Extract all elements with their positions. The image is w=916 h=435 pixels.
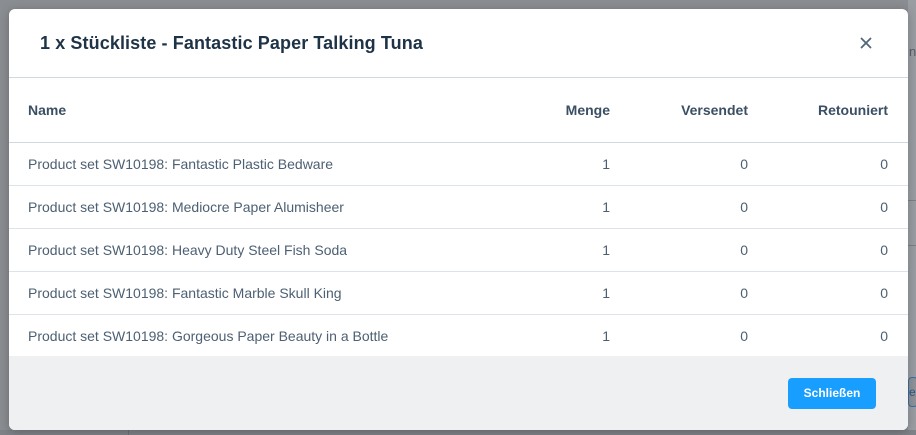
cell-menge: 1 — [479, 271, 610, 315]
table-row: Product set SW10198: Fantastic Marble Sk… — [9, 271, 908, 315]
cell-name: Product set SW10198: Heavy Duty Steel Fi… — [9, 228, 479, 272]
cell-retouniert: 0 — [748, 228, 908, 272]
table-row: Product set SW10198: Gorgeous Paper Beau… — [9, 314, 908, 356]
table-row: Product set SW10198: Fantastic Plastic B… — [9, 142, 908, 186]
cell-name: Product set SW10198: Fantastic Marble Sk… — [9, 271, 479, 315]
cell-menge: 1 — [479, 228, 610, 272]
bundle-table: Name Menge Versendet Retouniert Product … — [9, 78, 908, 356]
column-header-name[interactable]: Name — [9, 78, 479, 143]
modal-footer: Schließen — [9, 356, 908, 430]
cell-retouniert: 0 — [880, 327, 888, 344]
cell-versendet: 0 — [610, 228, 748, 272]
modal-body: Name Menge Versendet Retouniert Product … — [9, 78, 908, 356]
column-header-retouniert[interactable]: Retouniert — [748, 78, 908, 143]
modal-title: 1 x Stückliste - Fantastic Paper Talking… — [40, 32, 423, 53]
cell-retouniert: 0 — [748, 185, 908, 229]
background-button: e — [908, 377, 916, 407]
cell-name: Product set SW10198: Mediocre Paper Alum… — [9, 185, 479, 229]
background-bottom-bar — [0, 430, 916, 435]
background-text: no — [909, 44, 916, 59]
cell-versendet: 0 — [610, 271, 748, 315]
cell-menge: 1 — [479, 142, 610, 186]
close-icon — [860, 37, 872, 49]
background-divider — [908, 200, 916, 201]
background-divider — [908, 245, 916, 246]
cell-name: Product set SW10198: Gorgeous Paper Beau… — [28, 327, 389, 344]
close-dialog-button[interactable]: Schließen — [788, 377, 876, 409]
cell-versendet: 0 — [610, 142, 748, 186]
cell-versendet: 0 — [740, 327, 748, 344]
cell-menge: 1 — [602, 327, 610, 344]
cell-retouniert: 0 — [748, 142, 908, 186]
table-row: Product set SW10198: Mediocre Paper Alum… — [9, 185, 908, 229]
cell-name: Product set SW10198: Fantastic Plastic B… — [9, 142, 479, 186]
modal-header: 1 x Stückliste - Fantastic Paper Talking… — [9, 9, 908, 78]
background-panel — [908, 0, 916, 435]
cell-versendet: 0 — [610, 185, 748, 229]
table-row: Product set SW10198: Heavy Duty Steel Fi… — [9, 228, 908, 272]
close-button[interactable] — [856, 33, 876, 53]
cell-retouniert: 0 — [748, 271, 908, 315]
cell-menge: 1 — [479, 185, 610, 229]
column-header-menge[interactable]: Menge — [479, 78, 610, 143]
bundle-modal: 1 x Stückliste - Fantastic Paper Talking… — [9, 9, 908, 430]
column-header-versendet[interactable]: Versendet — [610, 78, 748, 143]
table-header-row: Name Menge Versendet Retouniert — [9, 78, 908, 143]
